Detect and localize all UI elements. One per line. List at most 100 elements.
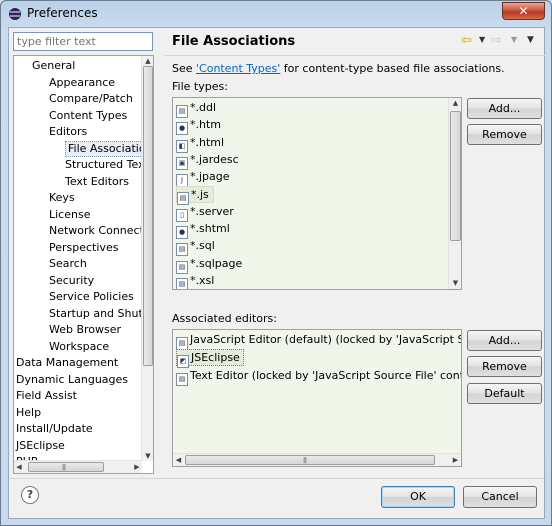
- dialog-client-area: GeneralAppearanceCompare/PatchContent Ty…: [8, 27, 545, 519]
- tree-item[interactable]: Text Editors: [65, 174, 129, 190]
- scroll-thumb[interactable]: [450, 111, 461, 241]
- preferences-window: Preferences ✕ GeneralAppearanceCompare/P…: [0, 0, 552, 526]
- file-type-item[interactable]: ▯ *.server: [176, 203, 234, 222]
- back-menu-chevron-icon[interactable]: ▼: [479, 35, 485, 44]
- filter-input[interactable]: [13, 32, 153, 51]
- file-type-label: *.shtml: [190, 222, 230, 236]
- file-type-label: *.ddl: [190, 101, 217, 114]
- tree-item[interactable]: Keys: [49, 190, 75, 206]
- back-arrow-icon[interactable]: ⇦: [461, 34, 477, 48]
- tree-item[interactable]: Editors: [49, 124, 87, 140]
- scroll-up-arrow-icon[interactable]: ▲: [449, 98, 461, 109]
- help-icon[interactable]: ?: [21, 486, 39, 504]
- tree-item[interactable]: Service Policies: [49, 289, 134, 305]
- file-type-item[interactable]: J *.jpage: [176, 168, 230, 188]
- file-type-item[interactable]: ▤ *.js: [176, 185, 214, 205]
- forward-arrow-icon[interactable]: ⇨: [491, 34, 507, 48]
- add-file-type-button[interactable]: Add...: [467, 98, 542, 119]
- tree-item[interactable]: Web Browser: [49, 322, 121, 338]
- tree-horizontal-scrollbar[interactable]: ◀ ||| ▶: [14, 460, 142, 473]
- tree-item[interactable]: Data Management: [16, 355, 118, 371]
- file-type-item[interactable]: ▤ *.sqlpage: [176, 255, 242, 274]
- tree-item[interactable]: Startup and Shutd: [49, 306, 142, 322]
- tree-vertical-scrollbar[interactable]: ▲ ▼: [141, 56, 153, 461]
- file-types-list[interactable]: ▤ *.ddl ● *.htm ◧ *.html ▣ *.jardesc J *.jpage ▤ *.…: [172, 97, 462, 290]
- title-separator: [164, 55, 545, 56]
- scroll-down-arrow-icon[interactable]: ▼: [142, 451, 153, 461]
- add-editor-button[interactable]: Add...: [467, 330, 542, 351]
- tree-item[interactable]: Content Types: [49, 108, 127, 124]
- tree-item[interactable]: General: [32, 58, 75, 74]
- tree-item[interactable]: Compare/Patch: [49, 91, 133, 107]
- tree-item[interactable]: Appearance: [49, 75, 115, 91]
- scroll-right-arrow-icon[interactable]: ▶: [132, 461, 142, 473]
- panel-sash[interactable]: [157, 28, 161, 478]
- file-type-label: *.xsl: [190, 274, 215, 287]
- file-type-label: *.htm: [190, 118, 221, 132]
- file-type-item[interactable]: ● *.htm: [176, 116, 221, 136]
- scroll-thumb[interactable]: [28, 462, 104, 472]
- cancel-button[interactable]: Cancel: [463, 486, 537, 508]
- associated-editors-list[interactable]: ▤ JavaScript Editor (default) (locked by …: [172, 329, 462, 467]
- grip-icon: |||: [303, 457, 307, 464]
- window-title: Preferences: [27, 6, 98, 20]
- tree-item[interactable]: Workspace: [49, 339, 109, 355]
- file-type-item[interactable]: ▤ *.sql: [176, 237, 215, 257]
- preferences-tree: General Appearance Compare/Patch Content Ty…: [13, 55, 154, 474]
- file-type-label: *.jardesc: [190, 152, 239, 166]
- file-types-items: ▤ *.ddl ● *.htm ◧ *.html ▣ *.jardesc J *.jpage ▤ *.…: [173, 98, 449, 289]
- tree-item[interactable]: Dynamic Languages: [16, 372, 128, 388]
- tree-item[interactable]: Security: [49, 273, 94, 289]
- editor-item[interactable]: ▤ JavaScript Editor (default) (locked by …: [176, 331, 461, 350]
- tree-item[interactable]: JSEclipse: [16, 438, 65, 454]
- eclipse-app-icon: [9, 8, 21, 20]
- description-prefix: See: [172, 62, 197, 75]
- scroll-up-arrow-icon[interactable]: ▲: [142, 56, 153, 66]
- page-navigation: ⇦ ▼ ⇨ ▼ ▼: [461, 34, 545, 50]
- file-type-item[interactable]: ▣ *.jardesc: [176, 151, 239, 170]
- tree-item[interactable]: File Associatio: [65, 140, 142, 157]
- tree-item[interactable]: License: [49, 207, 90, 223]
- ok-button[interactable]: OK: [381, 486, 455, 508]
- file-type-label: *.js: [191, 187, 209, 201]
- scroll-right-arrow-icon[interactable]: ▶: [450, 454, 461, 466]
- file-types-label: File types:: [172, 80, 228, 93]
- tree-item[interactable]: Network Connectio: [49, 223, 142, 239]
- file-type-item[interactable]: ▤ *.xsl: [176, 272, 214, 289]
- scroll-thumb[interactable]: [143, 66, 153, 366]
- file-types-vertical-scrollbar[interactable]: ▲ ▼: [448, 98, 461, 289]
- file-type-item[interactable]: ● *.shtml: [176, 220, 230, 240]
- text-editor-icon: ▤: [176, 373, 188, 386]
- grip-icon: |||: [62, 464, 66, 471]
- page-title: File Associations: [172, 34, 296, 49]
- remove-file-type-button[interactable]: Remove: [467, 124, 542, 145]
- close-button[interactable]: ✕: [502, 2, 545, 20]
- remove-editor-button[interactable]: Remove: [467, 356, 542, 377]
- file-type-label: *.jpage: [190, 170, 230, 184]
- content-types-link[interactable]: 'Content Types': [196, 62, 280, 75]
- description-suffix: for content-type based file associations…: [280, 62, 505, 75]
- editor-label: Text Editor (locked by 'JavaScript Sourc…: [190, 369, 461, 382]
- file-type-item[interactable]: ▤ *.ddl: [176, 99, 217, 118]
- editor-item[interactable]: ▤ Text Editor (locked by 'JavaScript Sour…: [176, 367, 461, 386]
- tree-item[interactable]: Field Assist: [16, 388, 77, 404]
- tree-item[interactable]: Perspectives: [49, 240, 118, 256]
- tree-item[interactable]: Install/Update: [16, 421, 93, 437]
- view-menu-icon[interactable]: ▼: [527, 35, 534, 45]
- scroll-left-arrow-icon[interactable]: ◀: [173, 454, 184, 466]
- scroll-left-arrow-icon[interactable]: ◀: [14, 461, 24, 473]
- scroll-down-arrow-icon[interactable]: ▼: [449, 278, 461, 289]
- tree-items: General Appearance Compare/Patch Content Ty…: [14, 56, 142, 461]
- default-editor-button[interactable]: Default: [467, 383, 542, 404]
- editors-horizontal-scrollbar[interactable]: ◀ ||| ▶: [173, 453, 461, 466]
- xsl-file-icon: ▤: [176, 278, 188, 289]
- editor-item[interactable]: ◩ JSEclipse: [176, 349, 244, 368]
- editor-label: JavaScript Editor (default) (locked by '…: [190, 333, 461, 346]
- tree-item[interactable]: Search: [49, 256, 87, 272]
- tree-item[interactable]: Structured Text: [65, 157, 142, 173]
- file-type-item[interactable]: ◧ *.html: [176, 134, 224, 153]
- scroll-thumb[interactable]: [185, 455, 435, 465]
- tree-item[interactable]: Help: [16, 405, 41, 421]
- forward-menu-chevron-icon[interactable]: ▼: [511, 35, 517, 44]
- title-bar[interactable]: Preferences ✕: [1, 1, 551, 27]
